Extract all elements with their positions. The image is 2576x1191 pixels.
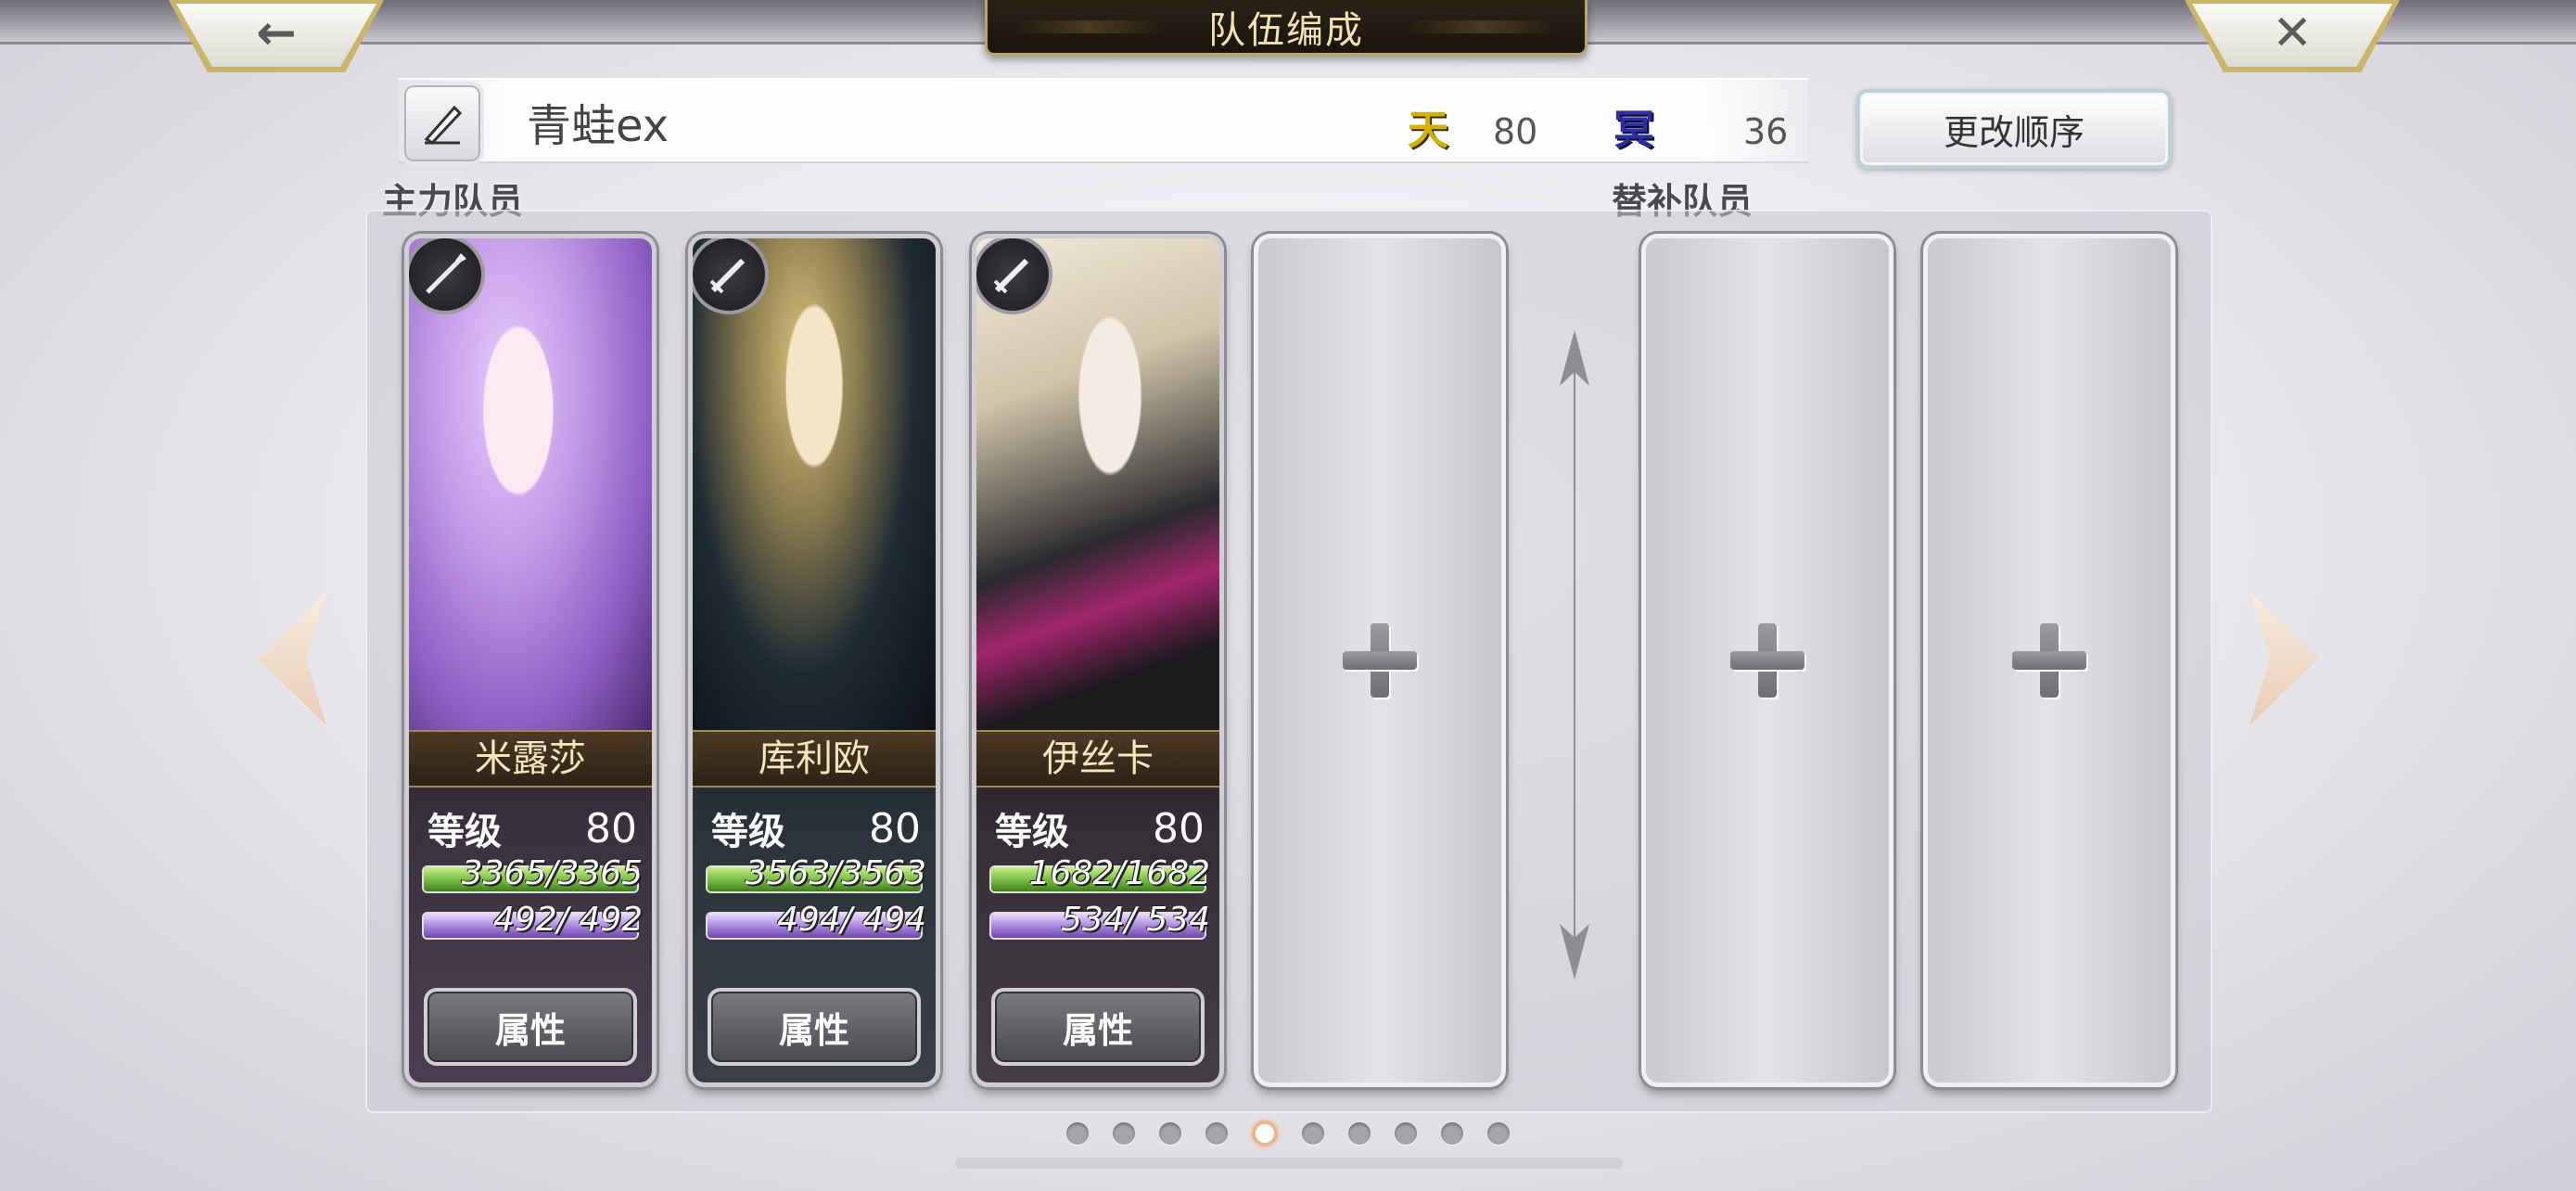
empty-reserve-slot[interactable] <box>1923 234 2175 1087</box>
member-info: 米露莎 等级 80 3365/3365 492/ 492 属性 <box>409 730 652 1082</box>
close-button[interactable]: ✕ <box>2185 0 2400 72</box>
quill-icon <box>424 105 463 145</box>
page-dot[interactable] <box>1487 1122 1510 1145</box>
rename-party-button[interactable] <box>401 82 484 165</box>
chevron-right-icon <box>2250 592 2318 725</box>
page-dot[interactable] <box>1066 1122 1089 1145</box>
page-dot[interactable] <box>1441 1122 1463 1145</box>
prev-team-arrow[interactable] <box>258 592 326 725</box>
plus-icon <box>1343 623 1417 698</box>
character-name: 米露莎 <box>409 730 652 788</box>
hp-text: 3365/3365 <box>461 854 643 892</box>
title-plate: 队伍编成 <box>985 0 1588 56</box>
mei-value: 36 <box>1743 111 1789 152</box>
party-name: 青蛙ex <box>527 100 670 152</box>
character-name: 库利欧 <box>693 730 936 788</box>
page-dot[interactable] <box>1395 1122 1417 1145</box>
member-info: 伊丝卡 等级 80 1682/1682 534/ 534 属性 <box>976 730 1219 1082</box>
sword-icon <box>693 238 769 314</box>
page-dot[interactable] <box>1205 1122 1228 1145</box>
page-dot[interactable] <box>1252 1121 1278 1146</box>
sword-icon <box>976 238 1052 314</box>
page-dot[interactable] <box>1113 1122 1135 1145</box>
arrow-left-icon: ← <box>256 6 297 61</box>
page-dot[interactable] <box>1348 1122 1371 1145</box>
member-card[interactable]: 米露莎 等级 80 3365/3365 492/ 492 属性 <box>404 234 657 1087</box>
hp-text: 1682/1682 <box>1028 854 1210 892</box>
level-row: 等级 80 <box>995 802 1205 854</box>
level-label: 等级 <box>995 811 1069 853</box>
character-name: 伊丝卡 <box>976 730 1219 788</box>
member-card[interactable]: 库利欧 等级 80 3563/3563 494/ 494 属性 <box>688 234 940 1087</box>
mp-text: 534/ 534 <box>1061 901 1210 939</box>
level-row: 等级 80 <box>427 802 637 854</box>
mp-text: 494/ 494 <box>777 901 926 939</box>
back-button[interactable]: ← <box>169 0 384 72</box>
mp-text: 492/ 492 <box>493 901 643 939</box>
level-value: 80 <box>1153 804 1205 852</box>
attributes-button[interactable]: 属性 <box>991 988 1205 1066</box>
spear-icon <box>409 238 485 314</box>
hp-text: 3563/3563 <box>745 854 926 892</box>
plus-icon <box>2012 623 2086 698</box>
plus-icon <box>1730 623 1804 698</box>
chevron-left-icon <box>258 592 326 725</box>
empty-member-slot[interactable] <box>1254 234 1506 1087</box>
empty-reserve-slot[interactable] <box>1641 234 1894 1087</box>
scroll-track <box>955 1158 1623 1169</box>
level-label: 等级 <box>427 811 502 853</box>
ten-value: 80 <box>1493 111 1538 152</box>
member-info: 库利欧 等级 80 3563/3563 494/ 494 属性 <box>693 730 936 1082</box>
change-order-button[interactable]: 更改顺序 <box>1856 89 2172 169</box>
mei-icon: 冥 <box>1613 107 1654 154</box>
member-card[interactable]: 伊丝卡 等级 80 1682/1682 534/ 534 属性 <box>972 234 1224 1087</box>
next-team-arrow[interactable] <box>2250 592 2318 725</box>
page-title: 队伍编成 <box>1208 8 1364 52</box>
attributes-button[interactable]: 属性 <box>424 988 637 1066</box>
close-icon: ✕ <box>2272 6 2313 61</box>
level-value: 80 <box>869 804 921 852</box>
ten-icon: 天 <box>1408 107 1448 154</box>
page-dot[interactable] <box>1302 1122 1324 1145</box>
level-row: 等级 80 <box>711 802 921 854</box>
team-pagination <box>1066 1121 1510 1146</box>
page-dot[interactable] <box>1159 1122 1181 1145</box>
attributes-button[interactable]: 属性 <box>708 988 921 1066</box>
level-label: 等级 <box>711 811 785 853</box>
level-value: 80 <box>585 804 637 852</box>
divider <box>1560 330 1589 980</box>
